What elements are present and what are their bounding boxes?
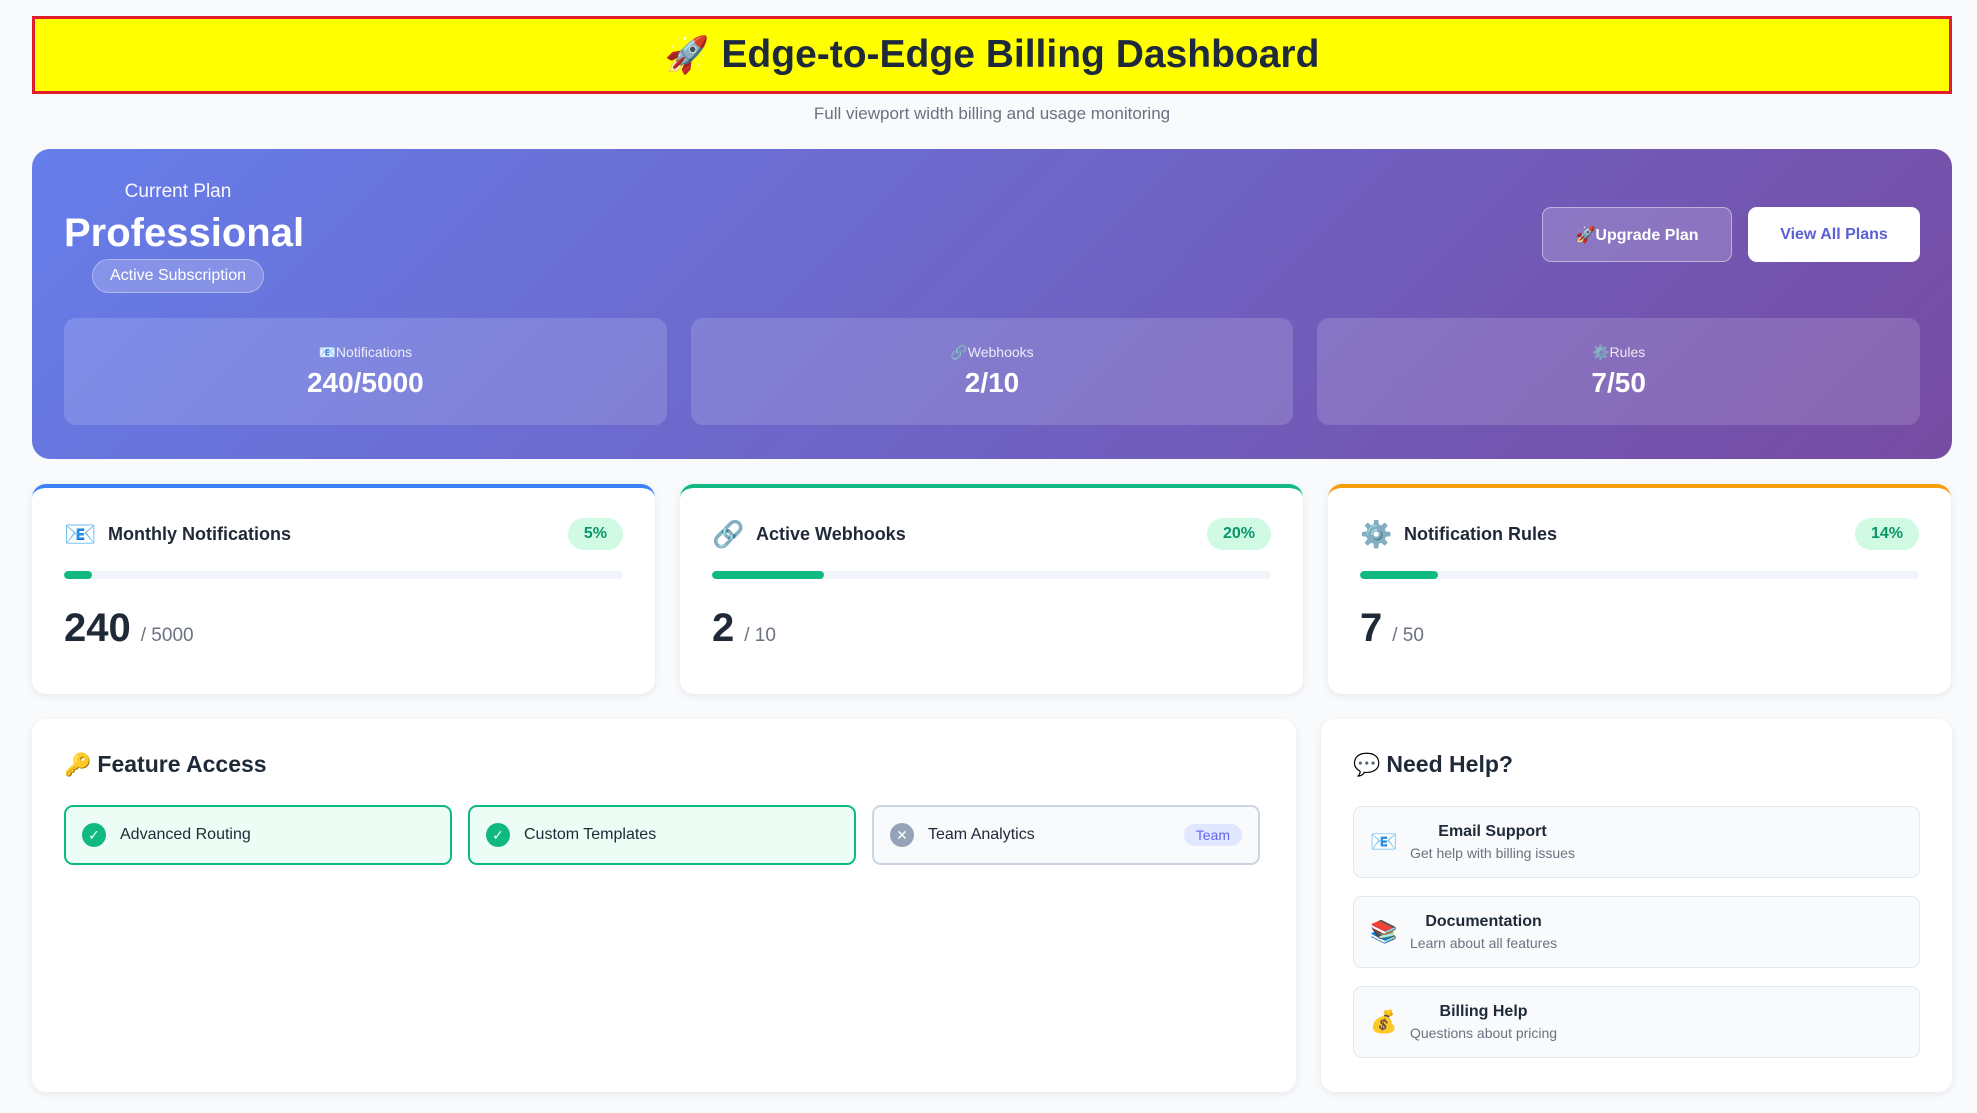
usage-limit-value: / 10 [744,625,776,646]
usage-progress-fill [64,571,92,579]
usage-card-title: Notification Rules [1404,523,1558,544]
usage-progress-bar [64,571,623,579]
view-all-plans-button[interactable]: View All Plans [1748,207,1920,262]
usage-used-value: 240 [64,606,131,650]
summary-value: 2/10 [964,367,1020,398]
usage-used-value: 2 [712,606,735,650]
help-item-desc: Questions about pricing [1410,1025,1558,1041]
plan-info: Current Plan Professional Active Subscri… [64,181,305,293]
feature-label: Advanced Routing [120,826,251,843]
feature-access-panel: 🔑 Feature Access ✓ Advanced Routing ✓ Cu… [32,719,1296,1092]
plan-usage-summary: 📧Notifications 240/5000 🔗Webhooks 2/10 ⚙… [64,318,1921,425]
feature-team-analytics: ✕ Team Analytics Team [872,805,1260,865]
usage-card-notifications: 📧 Monthly Notifications 5% 240 / 5000 [32,484,655,694]
feature-advanced-routing: ✓ Advanced Routing [64,805,452,865]
usage-percent-badge: 14% [1854,518,1919,550]
usage-card-title: Active Webhooks [756,523,906,544]
summary-value: 7/50 [1591,367,1646,398]
email-icon: 📧 [1370,829,1398,854]
plan-label: Current Plan [124,181,232,202]
link-icon: 🔗 [712,518,745,549]
subscription-status-badge: Active Subscription [91,259,265,293]
usage-card-webhooks: 🔗 Active Webhooks 20% 2 / 10 [680,484,1303,694]
summary-rules: ⚙️Rules 7/50 [1317,318,1921,425]
usage-limit-value: / 5000 [140,625,194,646]
feature-custom-templates: ✓ Custom Templates [468,805,856,865]
usage-used-value: 7 [1360,606,1383,650]
summary-value: 240/5000 [306,367,424,398]
help-title: Need Help? [1386,751,1513,777]
current-plan-hero: Current Plan Professional Active Subscri… [32,149,1952,459]
usage-progress-fill [1360,571,1439,579]
usage-progress-bar [1360,571,1919,579]
usage-progress-fill [712,571,824,579]
help-item-desc: Get help with billing issues [1410,845,1575,861]
page-title: Edge-to-Edge Billing Dashboard [721,33,1320,76]
help-email-support[interactable]: 📧 Email Support Get help with billing is… [1353,806,1920,878]
usage-card-title: Monthly Notifications [108,523,291,544]
check-icon: ✓ [82,823,106,847]
summary-label: ⚙️Rules [1592,344,1646,360]
check-icon: ✓ [486,823,510,847]
feature-list: ✓ Advanced Routing ✓ Custom Templates ✕ … [64,805,1264,865]
key-icon: 🔑 [64,751,92,777]
usage-percent-badge: 20% [1206,518,1271,550]
bottom-section: 🔑 Feature Access ✓ Advanced Routing ✓ Cu… [32,719,1952,1092]
plan-actions: 🚀Upgrade Plan View All Plans [1542,207,1920,262]
x-icon: ✕ [890,823,914,847]
upgrade-plan-button[interactable]: 🚀Upgrade Plan [1542,207,1732,262]
usage-limit-value: / 50 [1392,625,1424,646]
gear-icon: ⚙️ [1360,518,1393,549]
plan-tier-badge: Team [1183,824,1242,846]
summary-notifications: 📧Notifications 240/5000 [64,318,667,425]
usage-percent-badge: 5% [567,518,623,550]
feature-label: Custom Templates [524,826,657,843]
page-title-banner: 🚀 Edge-to-Edge Billing Dashboard [32,16,1952,94]
usage-card-rules: ⚙️ Notification Rules 14% 7 / 50 [1328,484,1951,694]
page-subtitle: Full viewport width billing and usage mo… [813,104,1171,123]
books-icon: 📚 [1370,919,1398,944]
help-panel: 💬 Need Help? 📧 Email Support Get help wi… [1321,719,1952,1092]
help-item-title: Documentation [1425,913,1542,930]
help-item-desc: Learn about all features [1410,935,1558,951]
summary-label: 📧Notifications [318,344,413,360]
rocket-icon: 🚀 [664,34,710,75]
money-bag-icon: 💰 [1370,1009,1398,1034]
usage-progress-bar [712,571,1271,579]
summary-webhooks: 🔗Webhooks 2/10 [690,318,1294,425]
help-item-title: Billing Help [1439,1003,1528,1020]
help-billing[interactable]: 💰 Billing Help Questions about pricing [1353,986,1920,1058]
email-icon: 📧 [64,518,97,549]
usage-cards: 📧 Monthly Notifications 5% 240 / 5000 🔗 … [32,484,1952,694]
help-item-title: Email Support [1438,823,1547,840]
dashboard-page: 🚀 Edge-to-Edge Billing Dashboard Full vi… [32,16,1952,1092]
feature-label: Team Analytics [928,826,1035,843]
speech-bubble-icon: 💬 [1353,751,1381,777]
summary-label: 🔗Webhooks [950,344,1034,360]
help-documentation[interactable]: 📚 Documentation Learn about all features [1353,896,1920,968]
help-list: 📧 Email Support Get help with billing is… [1353,806,1920,1058]
plan-name: Professional [64,211,305,255]
feature-access-title: Feature Access [97,751,267,777]
